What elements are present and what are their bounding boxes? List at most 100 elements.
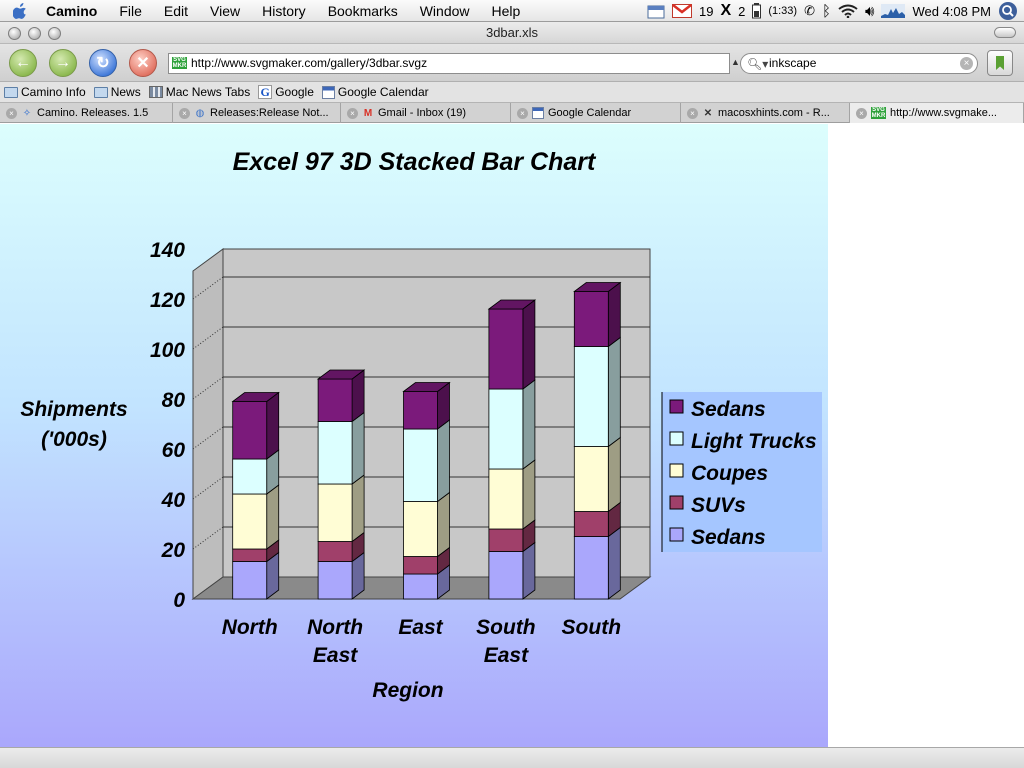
menu-app-name[interactable]: Camino bbox=[40, 0, 108, 22]
x-tick-label: South bbox=[476, 616, 535, 639]
bookmarks-button[interactable] bbox=[987, 50, 1013, 76]
close-tab-icon[interactable]: × bbox=[347, 107, 358, 119]
y-tick-label: 120 bbox=[150, 289, 185, 312]
bar-side bbox=[607, 526, 621, 600]
stop-button[interactable]: ✕ bbox=[129, 49, 157, 77]
menu-edit[interactable]: Edit bbox=[153, 0, 199, 22]
close-tab-icon[interactable]: × bbox=[687, 107, 698, 119]
url-field[interactable]: SVG MKR http://www.svgmaker.com/gallery/3… bbox=[168, 53, 730, 74]
bar-side bbox=[607, 281, 621, 348]
gmail-icon: M bbox=[363, 107, 373, 119]
bar-side bbox=[522, 459, 536, 530]
calendar-menu-icon[interactable] bbox=[647, 0, 665, 22]
bar-front bbox=[573, 446, 609, 512]
tab-gmail[interactable]: × M Gmail - Inbox (19) bbox=[341, 103, 511, 123]
bluetooth-icon[interactable]: ᛒ bbox=[822, 0, 831, 22]
close-tab-icon[interactable]: × bbox=[179, 107, 190, 119]
menu-window[interactable]: Window bbox=[409, 0, 481, 22]
arrow-left-icon: ← bbox=[15, 54, 31, 71]
spotlight-icon[interactable] bbox=[998, 0, 1018, 22]
bar-segment bbox=[488, 379, 536, 470]
forward-button[interactable]: → bbox=[49, 49, 77, 77]
bar-front bbox=[317, 483, 353, 542]
menu-view[interactable]: View bbox=[199, 0, 251, 22]
volume-icon[interactable]: 🔊︎ bbox=[865, 0, 874, 22]
back-button[interactable]: ← bbox=[9, 49, 37, 77]
bar-side bbox=[607, 436, 621, 513]
bar-segment bbox=[488, 459, 536, 530]
tab-label: Gmail - Inbox (19) bbox=[378, 107, 467, 119]
google-icon: G bbox=[258, 85, 273, 99]
bar-segment bbox=[487, 299, 537, 390]
menu-help[interactable]: Help bbox=[481, 0, 532, 22]
x-icon: ✕ bbox=[703, 107, 713, 119]
gmail-menu-icon[interactable] bbox=[671, 0, 692, 22]
bar-front bbox=[232, 401, 268, 460]
tab-svgmaker[interactable]: × SVG MKR http://www.svgmake... bbox=[850, 103, 1024, 123]
close-tab-icon[interactable]: × bbox=[856, 107, 867, 119]
bookmark-mac-news-tabs[interactable]: Mac News Tabs bbox=[148, 85, 250, 99]
tab-label: macosxhints.com - R... bbox=[718, 107, 830, 119]
bookmark-label: Camino Info bbox=[21, 85, 86, 99]
tab-camino-releases[interactable]: × ✧ Camino. Releases. 1.5 bbox=[0, 103, 173, 123]
reload-button[interactable]: ↻ bbox=[89, 49, 117, 77]
bar-front bbox=[403, 556, 438, 575]
bar-side bbox=[351, 474, 365, 543]
bar-side bbox=[522, 299, 536, 390]
phone-icon[interactable]: ✆ bbox=[804, 0, 815, 22]
search-input[interactable]: 🔍︎▾ inkscape × bbox=[740, 53, 978, 74]
folder-icon bbox=[4, 86, 18, 98]
x-axis: North North East East South East South bbox=[222, 616, 621, 667]
tab-macosxhints[interactable]: × ✕ macosxhints.com - R... bbox=[681, 103, 850, 123]
apple-menu-icon[interactable] bbox=[0, 0, 40, 22]
bookmark-google-calendar[interactable]: Google Calendar bbox=[321, 85, 429, 99]
x-tick-label: East bbox=[484, 644, 529, 667]
wifi-icon[interactable] bbox=[838, 0, 858, 22]
close-tab-icon[interactable]: × bbox=[517, 107, 528, 119]
menu-history[interactable]: History bbox=[251, 0, 317, 22]
bookmark-camino-info[interactable]: Camino Info bbox=[4, 85, 86, 99]
bar-front bbox=[573, 511, 609, 537]
tab-label: http://www.svgmake... bbox=[890, 107, 997, 119]
bar-front bbox=[573, 291, 609, 347]
menu-file[interactable]: File bbox=[108, 0, 153, 22]
legend-label: Light Trucks bbox=[691, 430, 817, 453]
bar-side bbox=[522, 379, 536, 470]
bar-front bbox=[232, 493, 268, 550]
activity-graph-icon[interactable] bbox=[881, 0, 906, 22]
zoom-window-icon[interactable] bbox=[48, 27, 61, 40]
tab-google-calendar[interactable]: × Google Calendar bbox=[511, 103, 681, 123]
tab-release-notes[interactable]: × ◍ Releases:Release Not... bbox=[173, 103, 341, 123]
close-tab-icon[interactable]: × bbox=[6, 107, 17, 119]
bookmark-news[interactable]: News bbox=[93, 85, 141, 99]
minimize-window-icon[interactable] bbox=[28, 27, 41, 40]
toolbar-toggle-button[interactable] bbox=[994, 27, 1016, 38]
x-menu-icon[interactable]: X bbox=[720, 0, 731, 22]
folder-icon bbox=[93, 86, 108, 98]
battery-icon[interactable] bbox=[752, 0, 762, 22]
search-icon[interactable]: 🔍︎▾ bbox=[747, 55, 768, 74]
bar-front bbox=[403, 391, 438, 430]
clock[interactable]: Wed 4:08 PM bbox=[912, 0, 991, 22]
bookmark-google[interactable]: G Google bbox=[258, 85, 314, 99]
window-title-bar: 3dbar.xls bbox=[0, 22, 1024, 44]
bar-side bbox=[437, 491, 450, 558]
chart-title: Excel 97 3D Stacked Bar Chart bbox=[233, 148, 597, 176]
close-window-icon[interactable] bbox=[8, 27, 21, 40]
url-dropdown-icon[interactable]: ▲ bbox=[731, 57, 740, 67]
bar-front bbox=[573, 346, 609, 447]
camino-icon: ✧ bbox=[22, 107, 32, 119]
menu-bookmarks[interactable]: Bookmarks bbox=[317, 0, 409, 22]
bar-front bbox=[317, 561, 353, 600]
legend-label: Coupes bbox=[691, 462, 768, 485]
x-tick-label: South bbox=[562, 616, 621, 639]
clear-search-icon[interactable]: × bbox=[960, 57, 973, 70]
bar-segment bbox=[403, 491, 450, 558]
bar-front bbox=[573, 536, 609, 600]
bar-front bbox=[488, 468, 524, 530]
bar-side bbox=[607, 336, 621, 448]
bar-segment bbox=[232, 484, 280, 550]
bar-segment bbox=[231, 391, 280, 460]
bar-side bbox=[266, 484, 280, 550]
bar-front bbox=[317, 541, 353, 562]
